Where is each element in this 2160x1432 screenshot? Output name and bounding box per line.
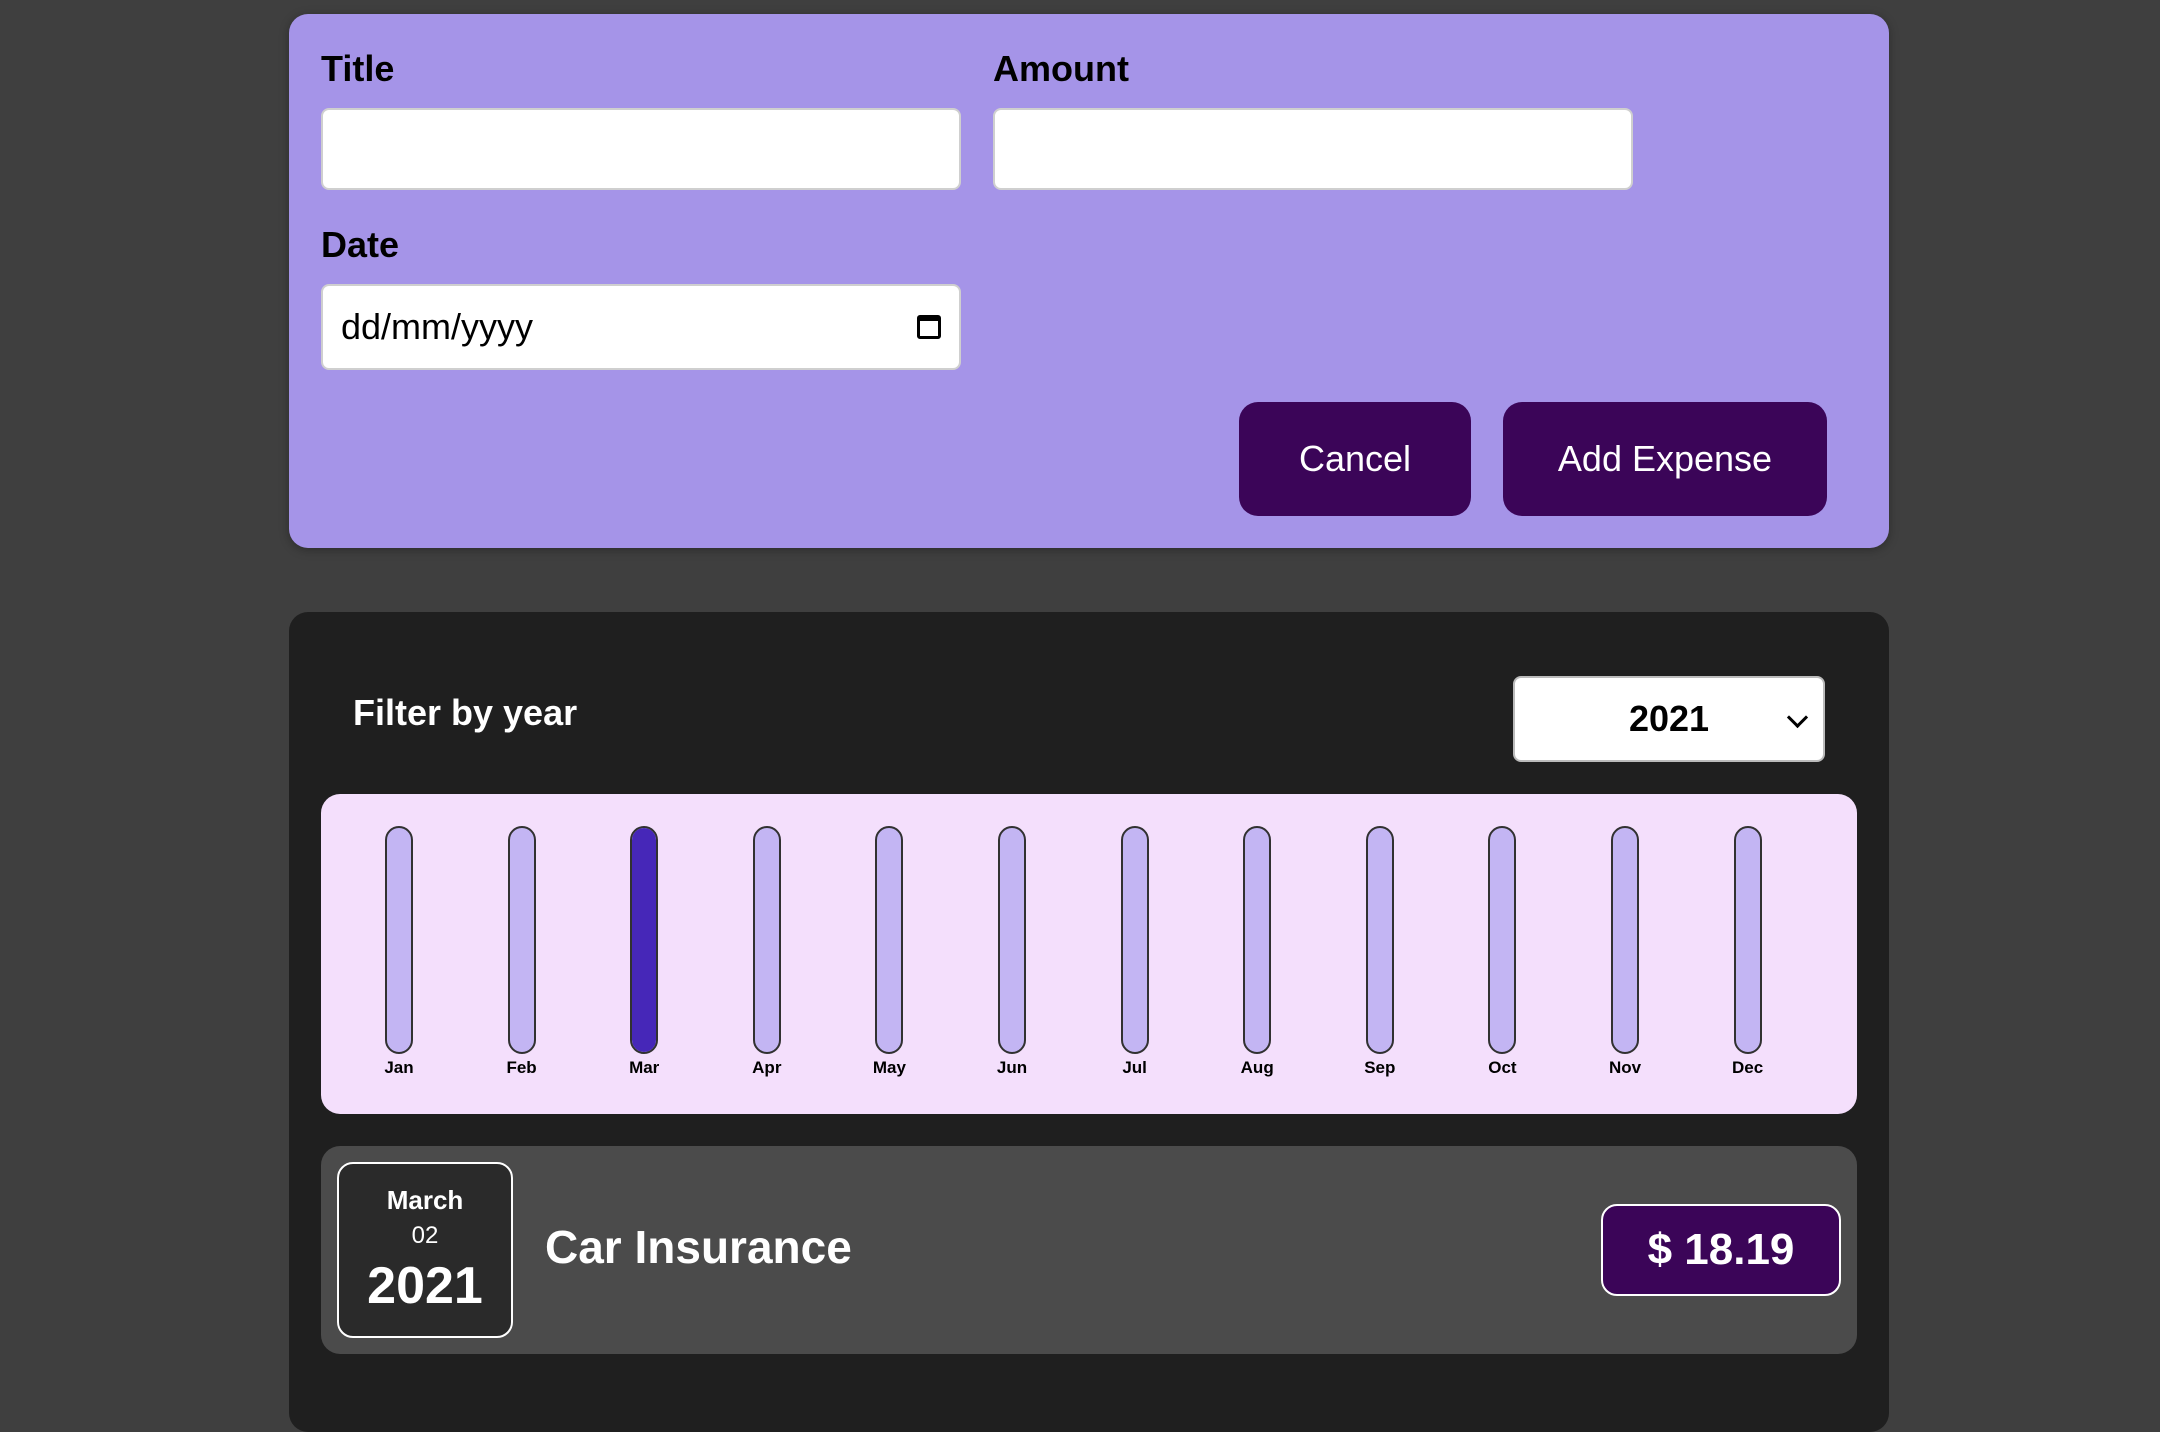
chart-bar-track bbox=[385, 826, 413, 1054]
chart-bar-jan: Jan bbox=[369, 826, 429, 1078]
chart-bar-label: Jun bbox=[996, 1058, 1028, 1077]
expense-title: Car Insurance bbox=[545, 1221, 852, 1273]
chart-bar-track bbox=[1733, 826, 1762, 1054]
amount-input[interactable] bbox=[993, 108, 1633, 190]
chart-bar-label: May bbox=[872, 1058, 906, 1077]
chart-bar-label: Apr bbox=[752, 1058, 782, 1077]
expenses-chart: Jan Feb Mar Apr May Jun Jul Aug Sep Oct Nov Dec bbox=[321, 794, 1857, 1114]
chart-bar-fill bbox=[632, 828, 657, 1052]
chart-bar-label: Nov bbox=[1608, 1058, 1642, 1077]
chart-bar-track bbox=[507, 826, 536, 1054]
title-input[interactable] bbox=[321, 108, 961, 190]
chart-bar-nov: Nov bbox=[1595, 826, 1655, 1078]
chart-bar-jun: Jun bbox=[982, 826, 1042, 1078]
expense-date: March 02 2021 bbox=[337, 1162, 513, 1338]
chart-bar-track bbox=[998, 826, 1026, 1054]
new-expense-form: Title Amount Date dd/mm/yyyy Cancel Add … bbox=[289, 14, 1889, 548]
chevron-down-icon bbox=[1786, 706, 1809, 729]
chart-bar-track bbox=[1611, 826, 1639, 1054]
add-expense-button[interactable]: Add Expense bbox=[1503, 402, 1827, 516]
chart-bar-label: Aug bbox=[1240, 1058, 1274, 1077]
chart-bar-apr: Apr bbox=[737, 826, 797, 1078]
chart-bar-label: Dec bbox=[1732, 1058, 1764, 1077]
chart-bar-label: Mar bbox=[629, 1058, 660, 1077]
expense-item: March 02 2021 Car Insurance $ 18.19 bbox=[321, 1146, 1857, 1354]
chart-bar-track bbox=[1488, 826, 1517, 1054]
chart-bar-track bbox=[1120, 826, 1149, 1054]
chart-bar-track bbox=[1365, 826, 1394, 1054]
cancel-button[interactable]: Cancel bbox=[1239, 402, 1471, 516]
year-select[interactable]: 2021 bbox=[1513, 676, 1825, 762]
title-label: Title bbox=[321, 48, 395, 89]
chart-bar-sep: Sep bbox=[1350, 826, 1410, 1078]
date-placeholder: dd/mm/yyyy bbox=[341, 306, 534, 347]
chart-bar-oct: Oct bbox=[1472, 826, 1532, 1078]
expense-date-month: March bbox=[386, 1184, 464, 1215]
chart-bar-jul: Jul bbox=[1105, 826, 1165, 1078]
chart-bar-track bbox=[630, 826, 659, 1054]
chart-bar-feb: Feb bbox=[492, 826, 552, 1078]
filter-label: Filter by year bbox=[353, 692, 578, 733]
date-input[interactable]: dd/mm/yyyy bbox=[321, 284, 961, 370]
expenses-panel: Filter by year 2021 Jan Feb Mar Apr May Jun Ju… bbox=[289, 612, 1889, 1432]
chart-bar-dec: Dec bbox=[1718, 826, 1778, 1078]
chart-bar-label: Oct bbox=[1488, 1058, 1517, 1077]
chart-bar-track bbox=[752, 826, 781, 1054]
chart-bar-track bbox=[875, 826, 904, 1054]
chart-bar-label: Jan bbox=[384, 1058, 414, 1077]
year-select-value: 2021 bbox=[1628, 698, 1710, 739]
amount-label: Amount bbox=[993, 48, 1129, 89]
chart-bar-label: Sep bbox=[1364, 1058, 1396, 1077]
expense-date-day: 02 bbox=[411, 1221, 439, 1249]
calendar-icon[interactable] bbox=[917, 315, 941, 339]
chart-bar-aug: Aug bbox=[1227, 826, 1287, 1078]
chart-bar-mar: Mar bbox=[614, 826, 674, 1078]
chart-bar-label: Feb bbox=[506, 1058, 537, 1077]
expense-amount: $ 18.19 bbox=[1601, 1204, 1841, 1296]
chart-bar-may: May bbox=[859, 826, 919, 1078]
chart-bar-track bbox=[1243, 826, 1272, 1054]
chart-bar-label: Jul bbox=[1122, 1058, 1147, 1077]
expense-date-year: 2021 bbox=[367, 1256, 483, 1315]
date-label: Date bbox=[321, 224, 400, 265]
